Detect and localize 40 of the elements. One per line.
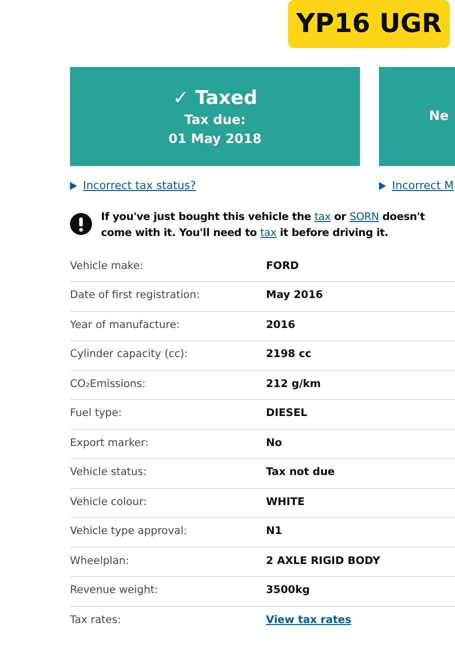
detail-value: Tax not due [266,465,335,480]
detail-label: Tax rates: [70,613,122,628]
triangle-icon [379,182,386,190]
detail-value: DIESEL [266,406,308,422]
license-plate: YP16 UGR [288,0,450,48]
status-link[interactable]: Incorrect M [392,178,454,194]
detail-value: 2198 cc [266,347,312,362]
detail-label: Year of manufacture: [70,318,181,333]
detail-label: CO₂Emissions: [70,376,147,392]
detail-value: N1 [266,524,282,540]
detail-value: 2016 [266,318,296,333]
triangle-icon [70,182,77,190]
detail-value: 2 AXLE RIGID BODY [266,554,380,569]
detail-value: No [266,436,282,451]
status-heading: ✓ Taxed [172,86,258,110]
detail-value: WHITE [266,494,305,510]
detail-label: Vehicle colour: [70,494,148,510]
status-detail: Tax due: [184,112,246,130]
detail-label: Fuel type: [70,406,123,422]
status-detail: Ne [429,108,449,126]
warning-text: If you've just bought this vehicle the tax or SORN doesn't come with it. You'll need to tax it before driving it. [101,210,426,240]
tax-rates-link[interactable]: View tax rates [266,613,352,630]
warning-icon [70,212,92,234]
detail-label: Date of first registration: [70,288,201,304]
detail-label: Revenue weight: [70,583,160,598]
detail-label: Vehicle status: [70,465,148,480]
detail-label: Vehicle type approval: [70,524,188,540]
detail-label: Cylinder capacity (cc): [70,347,189,362]
detail-value: 212 g/km [266,376,321,392]
detail-value: May 2016 [266,288,323,304]
detail-label: Wheelplan: [70,554,130,569]
warning-link[interactable]: SORN [350,210,379,222]
detail-value: 3500kg [266,583,310,598]
detail-value: FORD [266,258,299,274]
status-link[interactable]: Incorrect tax status? [83,178,196,194]
warning-link[interactable]: tax [314,210,331,222]
detail-label: Export marker: [70,436,150,451]
warning-link[interactable]: tax [260,226,276,238]
status-detail: 01 May 2018 [168,130,262,148]
detail-label: Vehicle make: [70,258,144,274]
